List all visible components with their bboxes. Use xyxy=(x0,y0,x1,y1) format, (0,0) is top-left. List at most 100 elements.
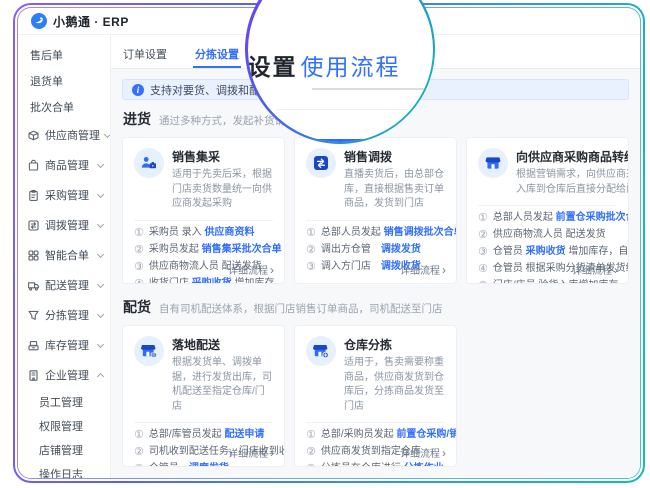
magnified-banner-edge xyxy=(276,109,433,110)
step-number: ① xyxy=(134,226,144,240)
sidebar-subitem-员工管理[interactable]: 员工管理 xyxy=(18,390,110,414)
step-plain: 总部/采购员发起 xyxy=(321,429,397,440)
product-icon xyxy=(27,159,40,172)
enterprise-icon xyxy=(27,369,40,382)
process-step: ①总部/采购员发起 前置仓采购/销售调拨批次合单 xyxy=(306,428,445,442)
card-header: 落地配送根据发货单、调拨单据，进行发货出库，司机配送至指定仓库/门店 xyxy=(134,336,273,414)
card-title: 仓库分拣 xyxy=(344,336,445,353)
step-plain: 分拣员在仓库进行 xyxy=(321,463,404,467)
card-header: 销售调拨直播卖货后，由总部仓库，直接根据售卖订单商品，发货到门店 xyxy=(306,148,445,212)
step-link[interactable]: 供应商资料 xyxy=(204,227,254,238)
process-step: ②采购员发起 销售集采批次合单 xyxy=(134,243,273,257)
step-plain: 增加库存，自动分货 xyxy=(566,246,629,257)
detail-flow-link[interactable]: 详细流程› xyxy=(572,262,618,277)
step-plain: 总部人员发起 xyxy=(493,212,556,223)
sidebar-group-智能合单[interactable]: 智能合单 xyxy=(18,240,110,270)
step-link[interactable]: 调度发货 xyxy=(189,463,229,467)
sidebar-subitem-label: 员工管理 xyxy=(39,397,83,409)
step-plain: 采购员 录入 xyxy=(149,227,205,238)
step-plain: 仓管员 xyxy=(149,463,189,467)
step-link[interactable]: 分拣作业 xyxy=(404,463,444,467)
card-header: 销售集采适用于先卖后采，根据门店卖货数量统一向供应商发起采购 xyxy=(134,148,273,212)
step-number: ④ xyxy=(478,262,488,276)
sidebar-group-label: 调拨管理 xyxy=(45,217,93,233)
tab-label: 订单设置 xyxy=(123,46,167,62)
tab-订单设置[interactable]: 订单设置 xyxy=(121,35,169,68)
process-step: ① 总部/库管员发起 配送申请 xyxy=(134,428,273,442)
sidebar-subitem-权限管理[interactable]: 权限管理 xyxy=(18,414,110,438)
detail-flow-label: 详细流程 xyxy=(228,445,268,460)
sidebar-group-商品管理[interactable]: 商品管理 xyxy=(18,150,110,180)
step-number: ② xyxy=(306,243,316,257)
xiaoetong-logo-icon xyxy=(31,13,47,29)
step-link[interactable]: 前置仓采购批次合单 xyxy=(556,212,629,223)
sidebar-group-供应商管理[interactable]: 供应商管理 xyxy=(18,120,110,150)
sidebar-group-配送管理[interactable]: 配送管理 xyxy=(18,270,110,300)
step-number: ④ xyxy=(134,277,144,285)
process-step: ① 采购员 录入 供应商资料 xyxy=(134,226,273,240)
step-text: 总部人员发起 前置仓采购批次合单 xyxy=(493,211,629,225)
sidebar-group-label: 采购管理 xyxy=(45,187,93,203)
detail-flow-link[interactable]: 详细流程› xyxy=(228,262,274,277)
step-link[interactable]: 配送申请 xyxy=(224,429,264,440)
process-card-仓库分拣: 仓库分拣适用于，售卖需要称重商品，供应商发货到仓库后，分拣商品发货至门店 ① 总部/… xyxy=(294,325,457,467)
step-plain: 收货门店 xyxy=(149,278,192,285)
card-header-text: 落地配送根据发货单、调拨单据，进行发货出库，司机配送至指定仓库/门店 xyxy=(172,336,273,414)
purchase-icon xyxy=(27,189,40,202)
step-plain: 采购员发起 xyxy=(149,244,202,255)
card-title: 向供应商采购商品转给门店 xyxy=(516,148,629,165)
card-grid: 落地配送根据发货单、调拨单据，进行发货出库，司机配送至指定仓库/门店 ① 总部/库管… xyxy=(122,325,629,467)
detail-flow-link[interactable]: 详细流程› xyxy=(228,445,274,460)
step-text: 采购员发起 销售集采批次合单 xyxy=(149,243,282,257)
step-number: ① xyxy=(134,428,144,442)
tab-分拣设置[interactable]: 分拣设置 xyxy=(193,35,241,68)
detail-flow-label: 详细流程 xyxy=(572,262,612,277)
process-step: ⑤门店/店员 验货入库增加库存 xyxy=(478,279,617,284)
sidebar-group-分拣管理[interactable]: 分拣管理 xyxy=(18,300,110,330)
supplier-icon xyxy=(27,129,40,142)
step-plain: 总部人员发起 xyxy=(321,227,384,238)
sidebar-group-企业管理[interactable]: 企业管理 xyxy=(18,360,110,390)
step-link[interactable]: 调拨发货 xyxy=(381,244,421,255)
step-link[interactable]: 采购收货 xyxy=(526,246,566,257)
card-divider xyxy=(134,220,273,221)
step-link[interactable]: 销售集采批次合单 xyxy=(202,244,282,255)
section-title: 进货 xyxy=(123,109,151,129)
step-link[interactable]: 前置仓采购/销售调拨批次合单 xyxy=(396,429,457,440)
chevron-right-icon: › xyxy=(270,448,274,458)
step-plain: 总部/库管员发起 xyxy=(149,429,225,440)
process-step: ②供应商物流人员 配送发货 xyxy=(478,228,617,242)
card-description: 适用于先卖后采，根据门店卖货数量统一向供应商发起采购 xyxy=(172,168,273,212)
step-link[interactable]: 采购收货 xyxy=(192,278,232,285)
card-description: 适用于，售卖需要称重商品，供应商发货到仓库后，分拣商品发货至门店 xyxy=(344,356,445,414)
step-link[interactable]: 销售调拨批次合单 xyxy=(384,227,457,238)
card-divider xyxy=(134,422,273,423)
card-title: 销售调拨 xyxy=(344,148,445,165)
step-number: ③ xyxy=(134,462,144,467)
chevron-down-icon xyxy=(104,130,111,137)
sidebar-group-调拨管理[interactable]: 调拨管理 xyxy=(18,210,110,240)
sidebar-group-采购管理[interactable]: 采购管理 xyxy=(18,180,110,210)
chevron-up-icon xyxy=(97,372,104,379)
card-header: 仓库分拣适用于，售卖需要称重商品，供应商发货到仓库后，分拣商品发货至门店 xyxy=(306,336,445,414)
card-header-text: 销售调拨直播卖货后，由总部仓库，直接根据售卖订单商品，发货到门店 xyxy=(344,148,445,212)
detail-flow-link[interactable]: 详细流程› xyxy=(400,445,446,460)
info-icon: i xyxy=(132,84,144,96)
sidebar-item-售后单[interactable]: 售后单 xyxy=(18,42,110,68)
chevron-right-icon: › xyxy=(270,265,274,275)
sidebar-subitem-店铺管理[interactable]: 店铺管理 xyxy=(18,438,110,462)
process-card-销售调拨: 销售调拨直播卖货后，由总部仓库，直接根据售卖订单商品，发货到门店①总部人员发起 … xyxy=(294,137,457,284)
sidebar-subitem-label: 操作日志 xyxy=(39,469,83,478)
sidebar-group-库存管理[interactable]: 库存管理 xyxy=(18,330,110,360)
sidebar-item-批次合单[interactable]: 批次合单 xyxy=(18,94,110,120)
sidebar-item-label: 售后单 xyxy=(30,50,63,62)
sidebar-subitem-操作日志[interactable]: 操作日志 xyxy=(18,462,110,478)
card-header-text: 向供应商采购商品转给门店根据营销需求，向供应商采购，入库到仓库后直接分配给门店。 xyxy=(516,148,629,197)
detail-flow-link[interactable]: 详细流程› xyxy=(400,262,446,277)
card-description: 根据营销需求，向供应商采购，入库到仓库后直接分配给门店。 xyxy=(516,168,629,197)
sidebar-item-退货单[interactable]: 退货单 xyxy=(18,68,110,94)
section-title: 配货 xyxy=(123,297,151,317)
step-number: ① xyxy=(306,428,316,442)
smart-merge-icon xyxy=(27,249,40,262)
step-plain: 调出方仓管 xyxy=(321,244,381,255)
